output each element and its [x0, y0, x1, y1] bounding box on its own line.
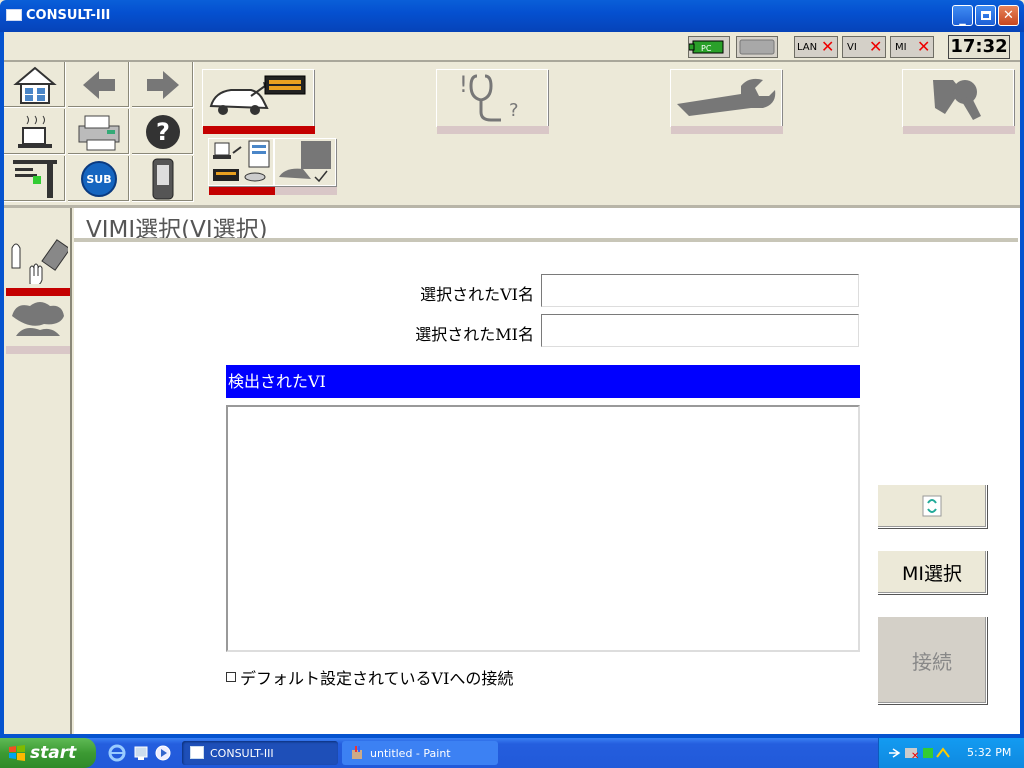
help-icon: ?	[145, 114, 180, 149]
tab-vehicle-connect[interactable]	[202, 69, 315, 134]
tools-icon	[933, 80, 981, 120]
battery-status-icon	[736, 36, 778, 58]
svg-text:PC: PC	[701, 44, 712, 53]
sidebar-item-auto[interactable]	[6, 296, 70, 342]
refresh-button[interactable]	[877, 484, 987, 528]
clock: 17:32	[948, 35, 1010, 59]
svg-text:SUB: SUB	[86, 173, 111, 186]
vi-status-icon: VI ✕	[842, 36, 886, 58]
taskbar-item-label: untitled - Paint	[370, 746, 451, 760]
app-icon	[6, 9, 22, 21]
sub-button[interactable]: SUB	[68, 156, 130, 202]
selected-vi-field[interactable]	[541, 274, 859, 307]
help-button[interactable]: ?	[132, 109, 194, 155]
screen-capture-button[interactable]	[4, 156, 66, 202]
screen-capture-icon	[12, 159, 57, 198]
taskbar-item-paint[interactable]: untitled - Paint	[342, 741, 498, 765]
minimize-button[interactable]: _	[952, 5, 973, 26]
tray-icons: ✕	[889, 747, 950, 761]
svg-text:✕: ✕	[911, 751, 919, 761]
hand-select-icon	[11, 239, 68, 284]
start-label: start	[30, 743, 77, 763]
tab-settings[interactable]	[902, 69, 1015, 134]
window-title: CONSULT-III	[26, 8, 111, 23]
show-desktop-icon[interactable]	[132, 744, 150, 762]
home-icon	[12, 66, 57, 104]
home-button[interactable]	[4, 62, 66, 108]
svg-text:?: ?	[156, 118, 170, 146]
arrow-left-icon	[82, 70, 115, 99]
selected-mi-label: 選択されたMI名	[415, 325, 534, 344]
tab-indicator	[903, 126, 1015, 134]
tab-active-indicator	[209, 187, 275, 195]
default-connect-row[interactable]: デフォルト設定されているVIへの接続	[226, 665, 513, 689]
arrow-right-icon	[146, 70, 179, 99]
tab-active-indicator	[203, 126, 315, 134]
selected-vi-label: 選択されたVI名	[420, 285, 534, 304]
back-button[interactable]	[68, 62, 130, 108]
coffee-cup-icon	[17, 115, 52, 148]
tab-indicator	[671, 126, 783, 134]
default-connect-label: デフォルト設定されているVIへの接続	[240, 669, 514, 688]
svg-text:?: ?	[509, 100, 519, 121]
start-button[interactable]: start	[0, 738, 96, 768]
tab-repair[interactable]	[670, 69, 783, 134]
taskbar: start CONSULT-III untitled - Paint ✕ 5:3…	[0, 738, 1024, 768]
maximize-button[interactable]	[975, 5, 996, 26]
tab-indicator	[437, 126, 549, 134]
wrench-icon	[677, 78, 776, 116]
refresh-icon	[922, 495, 942, 517]
mi-status-icon: MI ✕	[890, 36, 934, 58]
tab-indicator	[275, 187, 337, 195]
media-player-icon[interactable]	[154, 744, 172, 762]
stethoscope-icon: ! ?	[459, 73, 519, 122]
pc-status-icon: PC	[688, 36, 730, 58]
mi-hand-icon	[279, 141, 331, 183]
mi-select-button[interactable]: MI選択	[877, 550, 987, 594]
default-connect-checkbox[interactable]	[226, 672, 236, 682]
window-frame	[1020, 32, 1024, 738]
mobile-phone-icon	[152, 158, 173, 199]
print-button[interactable]	[68, 109, 130, 155]
cup-button[interactable]	[4, 109, 66, 155]
main-panel: VIMI選択(VI選択) 選択されたVI名 選択されたMI名 検出されたVI デ…	[74, 208, 1020, 734]
internet-explorer-icon[interactable]	[108, 744, 126, 762]
sub-icon: SUB	[80, 160, 117, 197]
sidebar-active-indicator	[6, 288, 70, 296]
taskbar-item-consult[interactable]: CONSULT-III	[182, 741, 338, 765]
windows-logo-icon	[9, 745, 25, 761]
sidebar	[4, 208, 72, 734]
taskbar-item-label: CONSULT-III	[210, 746, 274, 760]
status-strip: PC LAN ✕ VI ✕ MI ✕ 17:32	[4, 32, 1020, 62]
tab-mi-select[interactable]	[274, 138, 337, 195]
sidebar-indicator	[6, 346, 70, 354]
vi-connection-icon	[213, 140, 270, 182]
detected-vi-header: 検出されたVI	[226, 365, 860, 398]
paint-icon	[352, 746, 362, 759]
sidebar-item-manual-select[interactable]	[6, 238, 70, 284]
window-icon	[190, 746, 204, 759]
printer-icon	[78, 115, 119, 150]
car-ecu-icon	[209, 75, 306, 115]
toolbar: ? SUB ! ?	[4, 62, 1020, 208]
connect-button[interactable]: 接続	[877, 616, 987, 704]
detected-vi-list[interactable]	[226, 405, 860, 652]
cloud-shapes-icon	[12, 302, 64, 336]
consult-window: CONSULT-III _ ✕ PC LAN ✕ VI ✕ MI ✕ 17:32	[0, 0, 1024, 738]
mobile-device-button[interactable]	[132, 156, 194, 202]
system-tray: ✕ 5:32 PM	[878, 738, 1024, 768]
tab-diagnosis[interactable]: ! ?	[436, 69, 549, 134]
selected-mi-field[interactable]	[541, 314, 859, 347]
tab-vi-select[interactable]	[208, 138, 275, 195]
title-bar[interactable]: CONSULT-III _ ✕	[0, 0, 1024, 32]
close-button[interactable]: ✕	[998, 5, 1019, 26]
tray-clock: 5:32 PM	[967, 746, 1012, 759]
forward-button[interactable]	[132, 62, 194, 108]
lan-status-icon: LAN ✕	[794, 36, 838, 58]
title-divider	[74, 238, 1018, 242]
svg-text:!: !	[459, 73, 468, 98]
